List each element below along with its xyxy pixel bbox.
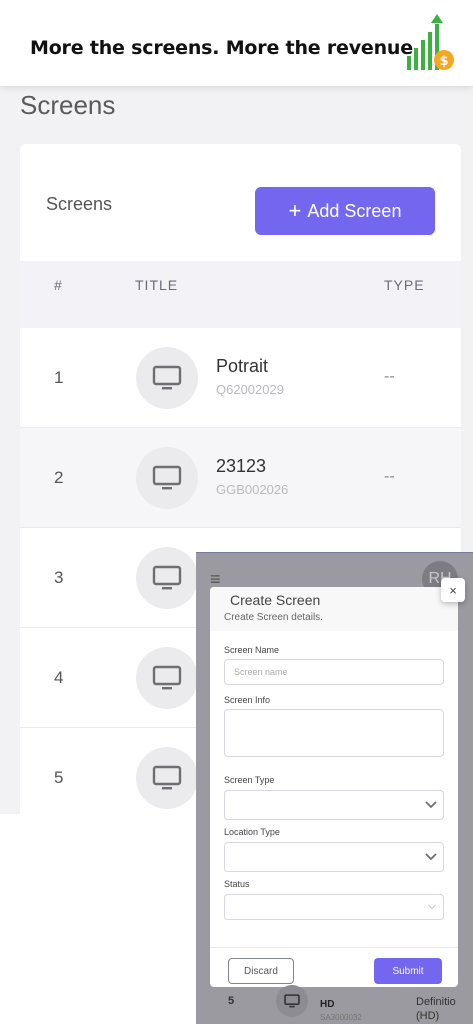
screen-type: -- [384,468,395,485]
chevron-down-icon [425,801,437,809]
row-number: 2 [54,468,64,487]
screen-name-label: Screen Name [224,645,280,655]
column-header-title: TITLE [135,277,179,293]
create-screen-modal: Create Screen Create Screen details. Scr… [210,587,458,987]
screen-name-placeholder: Screen name [234,667,288,677]
screen-code: GGB002026 [216,482,289,497]
discard-button[interactable]: Discard [228,958,294,984]
chevron-down-icon [427,904,437,910]
screen-name: Potrait [216,356,269,376]
row-number: 3 [54,568,64,587]
screen-type-line1: Definitio [416,996,456,1008]
monitor-icon [136,547,198,609]
table-row[interactable]: 1 Potrait Q62002029 -- [20,328,461,428]
svg-text:$: $ [439,54,448,69]
screen-type-label: Screen Type [224,775,275,785]
plus-icon: + [288,198,302,223]
add-screen-button[interactable]: + Add Screen [255,187,435,235]
promo-banner: More the screens. More the revenue $ [0,0,473,86]
screen-name: 23123 [216,456,267,476]
modal-subtitle: Create Screen details. [224,612,323,623]
growth-chart-icon: $ [407,14,454,70]
card-title: Screens [46,194,113,214]
modal-header: Create Screen Create Screen details. [210,587,458,631]
screen-info-textarea[interactable] [224,709,444,757]
row-number: 4 [54,668,64,687]
column-header-num: # [54,277,63,293]
monitor-icon [136,347,198,409]
row-number: 1 [54,368,64,387]
screen-type: -- [384,368,395,385]
monitor-icon [136,447,198,509]
add-screen-label: Add Screen [307,200,402,221]
location-type-label: Location Type [224,827,280,837]
create-screen-overlay: ≡ RH Create Screen Create Screen details… [196,552,473,1024]
monitor-icon [276,985,308,1017]
status-label: Status [224,879,250,889]
screen-code: SA3000032 [320,1013,362,1022]
screen-name: HD [320,999,335,1010]
screen-info-label: Screen Info [224,695,271,705]
banner-text: More the screens. More the revenue [30,37,413,59]
table-header: # TITLE TYPE [20,261,461,328]
page-title: Screens [20,90,116,120]
modal-title: Create Screen [230,592,321,608]
submit-button[interactable]: Submit [374,958,442,984]
screen-type-line2: (HD) [416,1010,440,1022]
column-header-type: TYPE [384,277,425,293]
row-number: 5 [54,768,64,787]
location-type-select[interactable] [224,842,444,872]
chevron-down-icon [425,853,437,861]
monitor-icon [136,747,198,809]
screen-type: Definitio (HD) [416,995,456,1023]
screen-type-select[interactable] [224,790,444,820]
row-number: 5 [228,995,235,1007]
monitor-icon [136,647,198,709]
screen-code: Q62002029 [216,382,284,397]
table-row[interactable]: 2 23123 GGB002026 -- [20,428,461,528]
screen-name-input[interactable]: Screen name [224,659,444,685]
modal-footer-divider [210,947,458,948]
close-icon[interactable]: × [441,578,465,602]
status-select[interactable] [224,894,444,920]
